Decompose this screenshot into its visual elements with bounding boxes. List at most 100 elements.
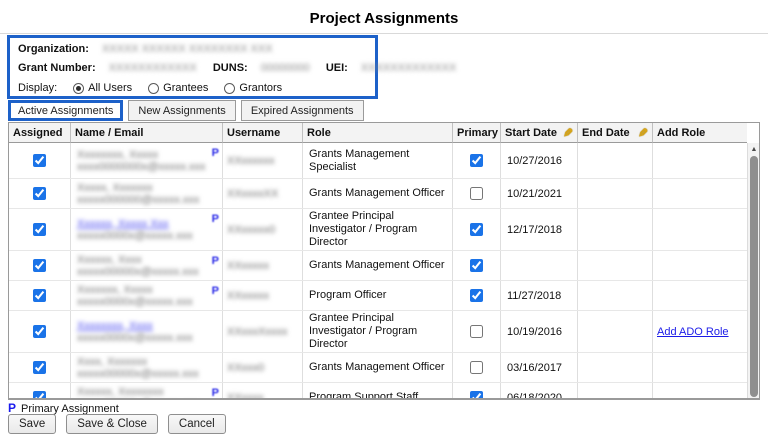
username-redacted: XXxxxxxx — [227, 155, 275, 167]
name-email-cell: Xxxx, Xxxxxxx xxxxx00000x@xxxxx.xxx P — [71, 353, 223, 382]
table-body: Xxxxxxxx, Xxxxx xxxx0000000x@xxxxx.xxx P… — [9, 143, 759, 400]
start-date-cell — [501, 251, 578, 280]
uei-value-redacted: XXXXXXXXXXXXX — [361, 62, 456, 74]
primary-flag-icon: P — [212, 387, 219, 399]
col-end-date: End Date ✎ — [578, 123, 653, 143]
start-date-cell: 03/16/2017 — [501, 353, 578, 382]
user-name-redacted[interactable]: Xxxxxx, Xxxxx Xxx — [77, 218, 169, 230]
tab-expired-assignments[interactable]: Expired Assignments — [241, 100, 364, 121]
tab-new-assignments[interactable]: New Assignments — [128, 100, 235, 121]
primary-checkbox[interactable] — [470, 361, 483, 374]
role-cell: Grants Management Officer — [303, 179, 453, 208]
start-date-cell: 10/19/2016 — [501, 311, 578, 352]
user-email-redacted: xxxxx00000x@xxxxx.xxx — [77, 266, 199, 278]
primary-cell — [453, 251, 501, 280]
assigned-cell — [9, 143, 71, 178]
primary-cell — [453, 311, 501, 352]
assigned-checkbox[interactable] — [33, 187, 46, 200]
name-email-cell: Xxxxxx, Xxxxx Xxx xxxxx0000x@xxxxx.xxx P — [71, 209, 223, 250]
col-start-date: Start Date ✎ — [501, 123, 578, 143]
primary-cell — [453, 179, 501, 208]
add-role-cell — [653, 353, 747, 382]
user-name-redacted: Xxxxxx, Xxxx — [77, 254, 142, 266]
assigned-checkbox[interactable] — [33, 325, 46, 338]
user-name-redacted: Xxxxx, Xxxxxxx — [77, 182, 153, 194]
role-cell: Grantee Principal Investigator / Program… — [303, 311, 453, 352]
scrollbar-up-arrow-icon[interactable]: ▲ — [748, 144, 760, 155]
role-cell: Grantee Principal Investigator / Program… — [303, 209, 453, 250]
primary-checkbox[interactable] — [470, 259, 483, 272]
grant-number-row: Grant Number: XXXXXXXXXXXX DUNS: 0000000… — [18, 61, 367, 75]
end-date-cell — [578, 281, 653, 310]
username-cell: XXxxxXxxxx — [223, 311, 303, 352]
radio-grantees[interactable]: Grantees — [148, 82, 208, 94]
primary-cell — [453, 281, 501, 310]
primary-checkbox[interactable] — [470, 187, 483, 200]
role-cell: Program Support Staff — [303, 383, 453, 400]
name-email-cell: Xxxxxxx, Xxxxx xxxxx0000x@xxxxx.xxx P — [71, 281, 223, 310]
primary-cell — [453, 209, 501, 250]
radio-grantors-label: Grantors — [239, 82, 282, 94]
page-title: Project Assignments — [0, 10, 768, 27]
start-date-cell: 06/18/2020 — [501, 383, 578, 400]
username-redacted: XXxxx0 — [227, 362, 264, 374]
user-email-redacted: xxxxx0000x@xxxxx.xxx — [77, 230, 193, 242]
organization-row: Organization: XXXXX XXXXXX XXXXXXXX XXX — [18, 42, 367, 56]
primary-checkbox[interactable] — [470, 325, 483, 338]
table-row: Xxxxxx, Xxxx xxxxx00000x@xxxxx.xxx P XXx… — [9, 251, 747, 281]
table-row: Xxxxxxx, Xxxxx xxxxx0000x@xxxxx.xxx P XX… — [9, 281, 747, 311]
user-name-redacted: Xxxxxx, Xxxxxxxx — [77, 386, 164, 398]
primary-cell — [453, 353, 501, 382]
scrollbar-thumb[interactable] — [750, 156, 758, 397]
end-date-cell — [578, 383, 653, 400]
table-header-row: Assigned Name / Email Username Role Prim… — [9, 123, 747, 143]
end-date-cell — [578, 251, 653, 280]
primary-checkbox[interactable] — [470, 223, 483, 236]
primary-checkbox[interactable] — [470, 391, 483, 400]
add-role-cell — [653, 383, 747, 400]
save-button[interactable]: Save — [8, 414, 56, 434]
project-assignments-page: Project Assignments Organization: XXXXX … — [0, 0, 768, 439]
primary-cell — [453, 383, 501, 400]
col-username: Username — [223, 123, 303, 143]
table-scrollbar[interactable]: ▲ — [747, 143, 759, 398]
primary-checkbox[interactable] — [470, 289, 483, 302]
username-redacted: XXxxxx — [227, 392, 264, 401]
grant-number-value-redacted: XXXXXXXXXXXX — [109, 62, 197, 74]
end-date-cell — [578, 353, 653, 382]
primary-checkbox[interactable] — [470, 154, 483, 167]
tab-active-assignments[interactable]: Active Assignments — [8, 100, 123, 121]
primary-flag-icon: P — [8, 401, 16, 415]
assigned-checkbox[interactable] — [33, 154, 46, 167]
edit-end-date-pencil-icon[interactable]: ✎ — [638, 128, 648, 138]
start-date-cell: 10/27/2016 — [501, 143, 578, 178]
radio-icon[interactable] — [224, 83, 235, 94]
radio-grantors[interactable]: Grantors — [224, 82, 282, 94]
radio-icon[interactable] — [148, 83, 159, 94]
radio-icon[interactable] — [73, 83, 84, 94]
header-divider — [0, 33, 768, 34]
user-name-redacted[interactable]: Xxxxxxxx, Xxxx — [77, 320, 153, 332]
user-email-redacted: xxxxx000000@xxxxx.xxx — [77, 194, 199, 206]
assigned-checkbox[interactable] — [33, 259, 46, 272]
username-cell: XXxxxxx — [223, 281, 303, 310]
cancel-button[interactable]: Cancel — [168, 414, 226, 434]
assigned-checkbox[interactable] — [33, 223, 46, 236]
name-email-cell: Xxxxx, Xxxxxxx xxxxx000000@xxxxx.xxx P — [71, 179, 223, 208]
radio-all-users[interactable]: All Users — [73, 82, 132, 94]
edit-start-date-pencil-icon[interactable]: ✎ — [563, 128, 573, 138]
save-close-button[interactable]: Save & Close — [66, 414, 158, 434]
assigned-checkbox[interactable] — [33, 289, 46, 302]
add-role-cell — [653, 143, 747, 178]
end-date-cell — [578, 311, 653, 352]
table-row: Xxxx, Xxxxxxx xxxxx00000x@xxxxx.xxx P XX… — [9, 353, 747, 383]
radio-grantees-label: Grantees — [163, 82, 208, 94]
assigned-checkbox[interactable] — [33, 391, 46, 400]
assigned-checkbox[interactable] — [33, 361, 46, 374]
organization-label: Organization: — [18, 43, 89, 55]
user-email-redacted: xxxx0000000x@xxxxx.xxx — [77, 161, 206, 173]
uei-label: UEI: — [326, 62, 348, 74]
add-ado-role-link[interactable]: Add ADO Role — [657, 326, 729, 338]
primary-flag-icon: P — [212, 213, 219, 225]
user-email-redacted: xxxxx00000x@xxxxx.xxx — [77, 398, 199, 401]
